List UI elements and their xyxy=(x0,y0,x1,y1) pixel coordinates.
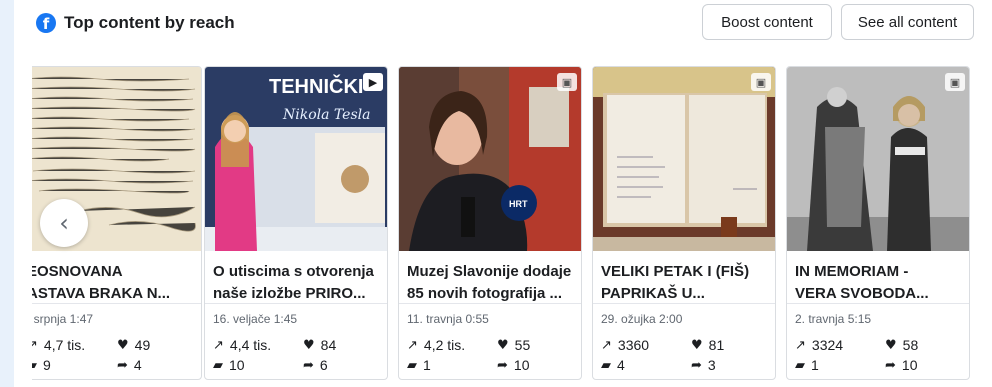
comment-icon: ▰ xyxy=(32,358,37,373)
likes-stat: ♥ 81 xyxy=(691,337,724,353)
comments-value: 1 xyxy=(811,357,819,373)
reach-stat: ↗ 4,7 tis. xyxy=(32,337,85,353)
section-title: Top content by reach xyxy=(64,13,235,32)
svg-text:HRT: HRT xyxy=(509,199,528,209)
shares-value: 4 xyxy=(133,357,142,373)
likes-value: 49 xyxy=(134,337,151,353)
share-icon: ➦ xyxy=(691,357,702,373)
comments-stat: ▰ 10 xyxy=(213,357,245,373)
likes-stat: ♥ 84 xyxy=(303,337,336,353)
comments-value: 10 xyxy=(229,357,245,373)
post-title: IN MEMORIAM - VERA SVOBODA... xyxy=(795,263,929,302)
video-icon: ▶ xyxy=(363,73,383,91)
content-card[interactable]: ▣ VELIKI PETAK I (FIŠ) PAPRIKAŠ U... 29.… xyxy=(592,66,776,380)
reach-stat: ↗ 4,2 tis. xyxy=(407,337,465,353)
section-header: f Top content by reach xyxy=(36,8,235,38)
card-divider xyxy=(32,303,201,304)
post-date: 11. travnja 0:55 xyxy=(407,312,489,326)
post-title: Muzej Slavonije dodaje 85 novih fotograf… xyxy=(407,263,572,302)
see-all-content-button[interactable]: See all content xyxy=(841,4,974,40)
share-icon: ➦ xyxy=(117,357,128,373)
image-overlay-text: TEHNIČKI xyxy=(269,74,363,98)
share-icon: ➦ xyxy=(303,357,314,373)
comment-icon: ▰ xyxy=(795,357,805,373)
likes-stat: ♥ 58 xyxy=(885,337,918,353)
reach-trend-icon: ↗ xyxy=(407,337,418,353)
comments-value: 9 xyxy=(43,357,51,373)
shares-stat: ➦ 10 xyxy=(497,357,529,373)
heart-icon: ♥ xyxy=(885,337,897,353)
left-rail xyxy=(0,0,14,387)
shares-stat: ➦ 10 xyxy=(885,357,917,373)
heart-icon: ♥ xyxy=(117,337,129,353)
shares-value: 6 xyxy=(319,357,328,373)
comment-icon: ▰ xyxy=(213,357,223,373)
heart-icon: ♥ xyxy=(303,337,315,353)
post-thumbnail: ▣ xyxy=(593,67,775,251)
reach-value: 3360 xyxy=(617,337,650,353)
post-date: 29. ožujka 2:00 xyxy=(601,312,683,326)
comments-stat: ▰ 1 xyxy=(795,357,819,373)
likes-value: 84 xyxy=(320,337,337,353)
shares-stat: ➦ 4 xyxy=(117,357,142,373)
shares-stat: ➦ 6 xyxy=(303,357,328,373)
content-card[interactable]: HRT ▣ Muzej Slavonije dodaje 85 novih fo… xyxy=(398,66,582,380)
likes-stat: ♥ 49 xyxy=(117,337,150,353)
photo-icon: ▣ xyxy=(945,73,965,91)
reach-trend-icon: ↗ xyxy=(601,337,612,353)
reach-stat: ↗ 3324 xyxy=(795,337,843,353)
heart-icon: ♥ xyxy=(691,337,703,353)
reach-value: 3324 xyxy=(811,337,844,353)
reach-value: 4,7 tis. xyxy=(43,337,86,353)
svg-text:Nikola Tesla: Nikola Tesla xyxy=(282,107,370,123)
chevron-left-icon: ‹ xyxy=(59,209,69,237)
likes-value: 58 xyxy=(902,337,919,353)
card-divider xyxy=(399,303,581,304)
shares-value: 3 xyxy=(707,357,716,373)
comments-value: 1 xyxy=(423,357,431,373)
reach-trend-icon: ↗ xyxy=(32,338,38,353)
photo-icon: ▣ xyxy=(751,73,771,91)
post-title: EOSNOVANA ASTAVA BRAKA N... xyxy=(32,263,171,302)
post-title: VELIKI PETAK I (FIŠ) PAPRIKAŠ U... xyxy=(601,263,750,302)
reach-value: 4,4 tis. xyxy=(229,337,272,353)
share-icon: ➦ xyxy=(885,357,896,373)
carousel-prev-button[interactable]: ‹ xyxy=(40,199,88,247)
reach-stat: ↗ 3360 xyxy=(601,337,649,353)
comments-stat: ▰ 1 xyxy=(407,357,431,373)
post-thumbnail: ▣ xyxy=(787,67,969,251)
card-divider xyxy=(205,303,387,304)
shares-value: 10 xyxy=(901,357,918,373)
shares-stat: ➦ 3 xyxy=(691,357,716,373)
post-date: 2. travnja 5:15 xyxy=(795,312,872,326)
facebook-icon: f xyxy=(36,13,56,33)
top-content-carousel: EOSNOVANA ASTAVA BRAKA N... . srpnja 1:4… xyxy=(32,66,976,382)
content-card[interactable]: TEHNIČKI Nikola Tesla ▶ O utiscima s otv… xyxy=(204,66,388,380)
shares-value: 10 xyxy=(513,357,530,373)
reach-trend-icon: ↗ xyxy=(213,337,224,353)
comment-icon: ▰ xyxy=(407,357,417,373)
heart-icon: ♥ xyxy=(497,337,509,353)
reach-stat: ↗ 4,4 tis. xyxy=(213,337,271,353)
content-card[interactable]: ▣ IN MEMORIAM - VERA SVOBODA... 2. travn… xyxy=(786,66,970,380)
card-divider xyxy=(787,303,969,304)
post-date: . srpnja 1:47 xyxy=(32,312,94,326)
comments-stat: ▰ 4 xyxy=(601,357,625,373)
reach-trend-icon: ↗ xyxy=(795,337,806,353)
comments-stat: ▰9 xyxy=(32,357,51,373)
likes-value: 55 xyxy=(514,337,531,353)
likes-stat: ♥ 55 xyxy=(497,337,530,353)
card-divider xyxy=(593,303,775,304)
likes-value: 81 xyxy=(708,337,725,353)
comments-value: 4 xyxy=(617,357,625,373)
comment-icon: ▰ xyxy=(601,357,611,373)
post-thumbnail: TEHNIČKI Nikola Tesla ▶ xyxy=(205,67,387,251)
post-title: O utiscima s otvorenja naše izložbe PRIR… xyxy=(213,263,374,302)
share-icon: ➦ xyxy=(497,357,508,373)
post-thumbnail: HRT ▣ xyxy=(399,67,581,251)
photo-icon: ▣ xyxy=(557,73,577,91)
reach-value: 4,2 tis. xyxy=(423,337,466,353)
boost-content-button[interactable]: Boost content xyxy=(702,4,832,40)
post-date: 16. veljače 1:45 xyxy=(213,312,298,326)
